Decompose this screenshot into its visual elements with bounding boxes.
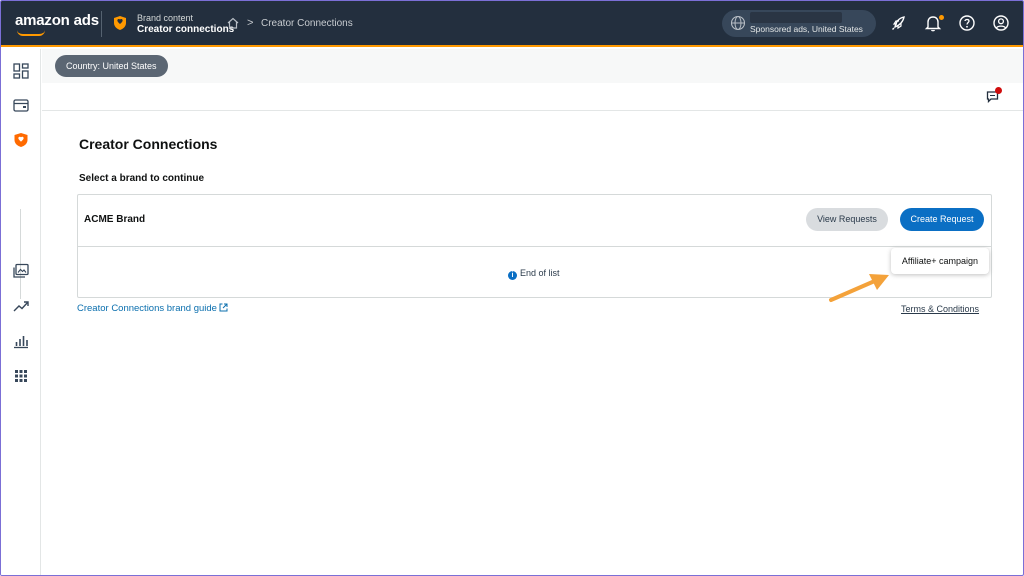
brand-guide-link-text: Creator Connections brand guide [77, 303, 217, 314]
topbar-divider [101, 11, 102, 37]
help-icon[interactable] [957, 13, 977, 33]
bar-chart-icon[interactable] [12, 332, 30, 350]
row-divider [78, 246, 991, 247]
breadcrumb-page[interactable]: Creator connections [137, 24, 234, 35]
external-link-icon [219, 303, 228, 312]
rocket-icon[interactable] [889, 13, 909, 33]
create-request-button[interactable]: Create Request [900, 208, 984, 231]
app-frame: amazon ads Brand content Creator connect… [0, 0, 1024, 576]
header-divider [42, 110, 1024, 111]
dashboard-icon[interactable] [12, 62, 30, 80]
brand-name: ACME Brand [84, 214, 145, 225]
account-label: Sponsored ads, United States [750, 24, 863, 34]
breadcrumb-section[interactable]: Brand content [137, 13, 193, 23]
apps-grid-icon[interactable] [12, 367, 30, 385]
brand-guide-link[interactable]: Creator Connections brand guide [77, 303, 228, 314]
create-request-dropdown: Affiliate+ campaign [891, 248, 989, 274]
globe-icon [730, 15, 746, 31]
pointer-arrow-icon [827, 271, 891, 305]
end-of-list-message: iEnd of list [508, 268, 560, 280]
left-sidebar [1, 49, 41, 576]
account-name-redacted [750, 12, 842, 23]
info-icon: i [508, 271, 517, 280]
breadcrumb-separator: > [247, 17, 253, 29]
country-selector-chip[interactable]: Country: United States [55, 55, 168, 77]
wallet-icon[interactable] [12, 96, 30, 114]
sidebar-divider-line [20, 209, 21, 299]
user-icon[interactable] [991, 13, 1011, 33]
notification-dot [939, 15, 944, 20]
brand-content-shield-icon [113, 15, 127, 31]
page-title: Creator Connections [79, 136, 217, 152]
view-requests-button[interactable]: View Requests [806, 208, 888, 231]
account-selector[interactable]: Sponsored ads, United States [722, 10, 876, 37]
logo-smile [17, 30, 45, 36]
brand-content-icon[interactable] [12, 131, 30, 149]
section-label: Select a brand to continue [79, 173, 204, 184]
end-of-list-text: End of list [520, 268, 560, 278]
breadcrumb-current: Creator Connections [261, 18, 353, 29]
media-icon[interactable] [12, 262, 30, 280]
amazon-ads-logo[interactable]: amazon ads [15, 12, 99, 29]
top-navigation-bar: amazon ads Brand content Creator connect… [1, 1, 1024, 47]
home-icon[interactable] [226, 16, 240, 30]
trend-icon[interactable] [12, 297, 30, 315]
terms-and-conditions-link[interactable]: Terms & Conditions [901, 304, 979, 314]
feedback-notification-dot [995, 87, 1002, 94]
sub-header-bar [42, 49, 1024, 83]
dropdown-item-affiliate-campaign[interactable]: Affiliate+ campaign [902, 256, 978, 266]
